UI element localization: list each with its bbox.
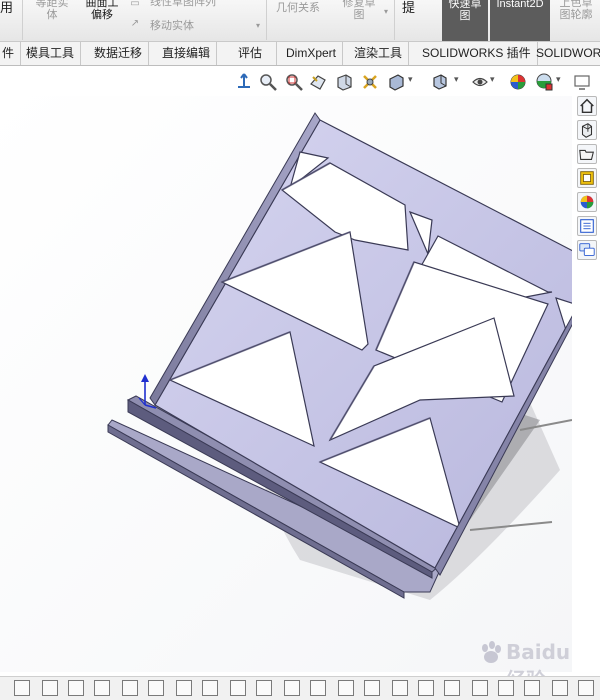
offset-surface-button[interactable]: 曲面工 偏移 xyxy=(80,0,124,21)
toolbar-icon[interactable] xyxy=(94,680,110,696)
bottom-toolbar xyxy=(0,676,600,700)
file-explorer-icon[interactable] xyxy=(577,144,597,164)
toolbar-icon[interactable] xyxy=(578,680,594,696)
toolbar-icon[interactable] xyxy=(122,680,138,696)
repair-sketch-line-1: 修复草 xyxy=(342,0,376,9)
tab-parts[interactable]: 件 xyxy=(0,42,22,65)
view-orientation-icon[interactable] xyxy=(234,72,254,92)
quick-sketch-line-1: 快速草 xyxy=(448,0,482,10)
toolbar-icon[interactable] xyxy=(364,680,380,696)
shaded-sketch-line-1: 上色草 xyxy=(559,0,593,9)
repair-sketch-button[interactable]: 修复草 图 xyxy=(336,0,382,21)
view-settings-icon[interactable] xyxy=(534,72,554,92)
quick-sketch-line-2: 图 xyxy=(459,10,471,22)
section-view-icon[interactable] xyxy=(334,72,354,92)
toolbar-icon[interactable] xyxy=(284,680,300,696)
move-icon[interactable]: ↗ xyxy=(128,18,142,30)
chevron-down-icon[interactable]: ▾ xyxy=(556,74,561,85)
dropdown-arrow-icon[interactable]: ▾ xyxy=(384,6,388,18)
relations-button[interactable]: 几何关系 xyxy=(276,2,320,14)
tab-mold-tools[interactable]: 模具工具 xyxy=(20,42,82,65)
offset-surface-line-2: 偏移 xyxy=(91,9,113,21)
toolbar-icon[interactable] xyxy=(230,680,246,696)
toolbar-icon[interactable] xyxy=(148,680,164,696)
tab-solidworks[interactable]: SOLIDWORK xyxy=(530,42,600,65)
tab-evaluate[interactable]: 评估 xyxy=(224,42,278,65)
appearances-icon[interactable] xyxy=(577,192,597,212)
shaded-sketch-line-2: 图轮廓 xyxy=(559,9,593,21)
edit-appearance-icon[interactable] xyxy=(470,72,490,92)
model-viewport-canvas xyxy=(0,96,572,672)
toolbar-icon[interactable] xyxy=(552,680,568,696)
toolbar-icon[interactable] xyxy=(392,680,408,696)
tab-render-tools[interactable]: 渲染工具 xyxy=(348,42,410,65)
dropdown-arrow-icon[interactable]: ▾ xyxy=(256,20,260,32)
home-icon[interactable] xyxy=(577,96,597,116)
graphics-area[interactable]: Baidu 经验 xyxy=(0,96,572,692)
toolbar-icon[interactable] xyxy=(498,680,514,696)
chevron-down-icon[interactable]: ▾ xyxy=(490,74,495,85)
forum-icon[interactable] xyxy=(577,240,597,260)
zoom-to-fit-icon[interactable] xyxy=(258,72,278,92)
command-manager-tabs: 件 模具工具 数据迁移 直接编辑 评估 DimXpert 渲染工具 SOLIDW… xyxy=(0,42,600,66)
ribbon-divider xyxy=(394,0,395,40)
toolbar-icon[interactable] xyxy=(176,680,192,696)
watermark-logo: Baidu 经验 xyxy=(478,634,596,692)
move-entities-button[interactable]: 移动实体 xyxy=(150,20,194,32)
display-style-icon[interactable] xyxy=(386,72,406,92)
toolbar-icon[interactable] xyxy=(14,680,30,696)
offset-surface-line-1: 曲面工 xyxy=(85,0,119,9)
view-palette-icon[interactable] xyxy=(577,168,597,188)
dynamic-annotation-icon[interactable] xyxy=(360,72,380,92)
toolbar-icon[interactable] xyxy=(444,680,460,696)
tab-solidworks-addins[interactable]: SOLIDWORKS 插件 xyxy=(416,42,538,65)
pattern-icon[interactable]: ▭ xyxy=(128,0,142,10)
quick-sketch-button[interactable]: 快速草 图 xyxy=(442,0,488,41)
hide-show-items-icon[interactable] xyxy=(430,72,450,92)
apply-scene-icon[interactable] xyxy=(508,72,528,92)
previous-view-icon[interactable] xyxy=(308,72,328,92)
design-library-icon[interactable] xyxy=(577,120,597,140)
tab-direct-editing[interactable]: 直接编辑 xyxy=(156,42,218,65)
zoom-to-area-icon[interactable] xyxy=(284,72,304,92)
toolbar-icon[interactable] xyxy=(472,680,488,696)
repair-sketch-line-2: 图 xyxy=(353,9,365,21)
command-ribbon: 用 等距实 体 曲面工 偏移 ▭ 线性草图阵列 ↗ 移动实体 ▾ 几何关系 修复… xyxy=(0,0,600,42)
toolbar-icon[interactable] xyxy=(68,680,84,696)
task-pane-tabs xyxy=(574,96,600,266)
shaded-sketch-contours-button[interactable]: 上色草 图轮廓 xyxy=(552,0,600,21)
toolbar-icon[interactable] xyxy=(310,680,326,696)
monitor-icon[interactable] xyxy=(572,72,592,92)
chevron-down-icon[interactable]: ▾ xyxy=(454,74,459,85)
ribbon-divider xyxy=(266,0,267,40)
linear-pattern-button[interactable]: 线性草图阵列 xyxy=(150,0,216,8)
custom-properties-icon[interactable] xyxy=(577,216,597,236)
instant2d-label: Instant2D xyxy=(496,0,544,10)
toolbar-icon[interactable] xyxy=(256,680,272,696)
toolbar-icon[interactable] xyxy=(202,680,218,696)
chevron-down-icon[interactable]: ▾ xyxy=(408,74,413,85)
paw-icon xyxy=(482,641,501,663)
instant2d-button[interactable]: Instant2D xyxy=(490,0,550,41)
toolbar-icon[interactable] xyxy=(524,680,540,696)
toolbar-icon[interactable] xyxy=(338,680,354,696)
offset-entities-line-2: 体 xyxy=(46,9,58,21)
offset-entities-line-1: 等距实 xyxy=(35,0,69,9)
ribbon-divider xyxy=(22,0,23,40)
tab-dimxpert[interactable]: DimXpert xyxy=(280,42,344,65)
heads-up-view-toolbar: ▾ ▾ ▾ ▾ xyxy=(232,70,600,94)
exit-sketch-button[interactable]: 提 xyxy=(402,1,415,14)
tab-data-migration[interactable]: 数据迁移 xyxy=(88,42,150,65)
toolbar-icon[interactable] xyxy=(418,680,434,696)
toolbar-icon[interactable] xyxy=(42,680,58,696)
offset-entities-label[interactable]: 等距实 体 xyxy=(28,0,76,21)
ribbon-left-label[interactable]: 用 xyxy=(0,1,13,14)
